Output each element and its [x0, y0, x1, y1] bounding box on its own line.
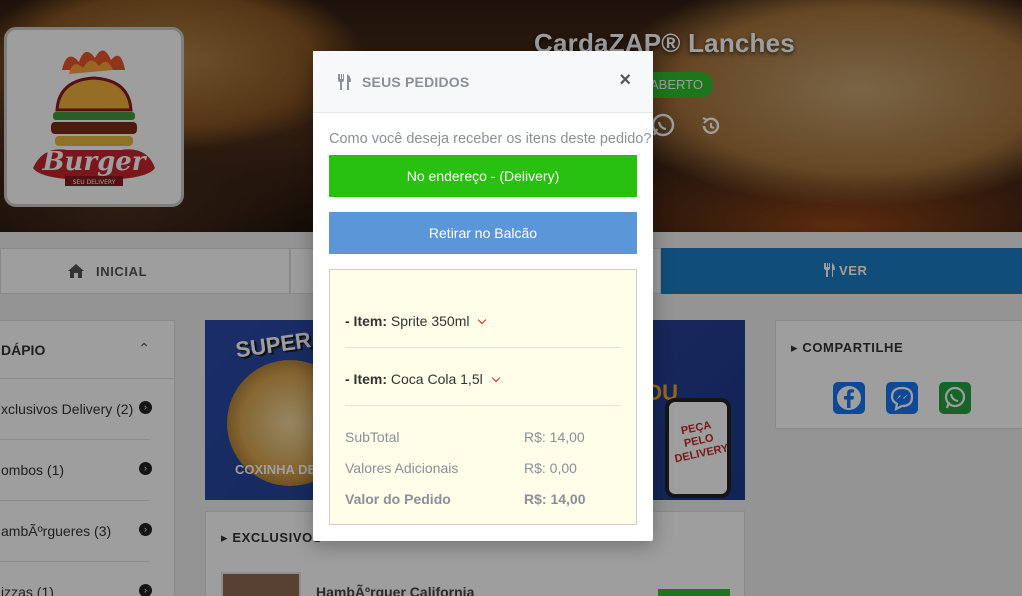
order-item-name: Sprite 350ml: [390, 313, 470, 329]
divider: [345, 347, 621, 348]
delivery-button[interactable]: No endereço - (Delivery): [329, 155, 637, 197]
subtotal-value: R$: 14,00: [524, 429, 585, 445]
chevron-down-icon[interactable]: [478, 315, 487, 325]
total-value: R$: 14,00: [524, 491, 586, 507]
utensils-icon: [338, 74, 351, 90]
divider: [345, 405, 621, 406]
order-item-prefix: - Item:: [345, 313, 387, 329]
pickup-button[interactable]: Retirar no Balcão: [329, 212, 637, 254]
order-item[interactable]: - Item: Coca Cola 1,5l: [345, 371, 621, 387]
additional-value: R$: 0,00: [524, 460, 577, 476]
order-item-prefix: - Item:: [345, 371, 387, 387]
total-row: Valor do Pedido R$: 14,00: [345, 491, 621, 507]
subtotal-label: SubTotal: [345, 429, 400, 445]
total-label: Valor do Pedido: [345, 491, 451, 507]
modal-header: SEUS PEDIDOS ×: [313, 51, 653, 113]
order-item[interactable]: - Item: Sprite 350ml: [345, 313, 621, 329]
orders-modal: SEUS PEDIDOS × Como você deseja receber …: [313, 51, 653, 541]
modal-title: SEUS PEDIDOS: [362, 74, 470, 90]
delivery-question: Como você deseja receber os itens deste …: [329, 131, 652, 147]
subtotal-row: SubTotal R$: 14,00: [345, 429, 621, 445]
order-summary: - Item: Sprite 350ml - Item: Coca Cola 1…: [329, 269, 637, 525]
additional-row: Valores Adicionais R$: 0,00: [345, 460, 621, 476]
close-icon[interactable]: ×: [619, 70, 631, 90]
additional-label: Valores Adicionais: [345, 460, 459, 476]
order-item-name: Coca Cola 1,5l: [390, 371, 483, 387]
chevron-down-icon[interactable]: [491, 373, 500, 383]
